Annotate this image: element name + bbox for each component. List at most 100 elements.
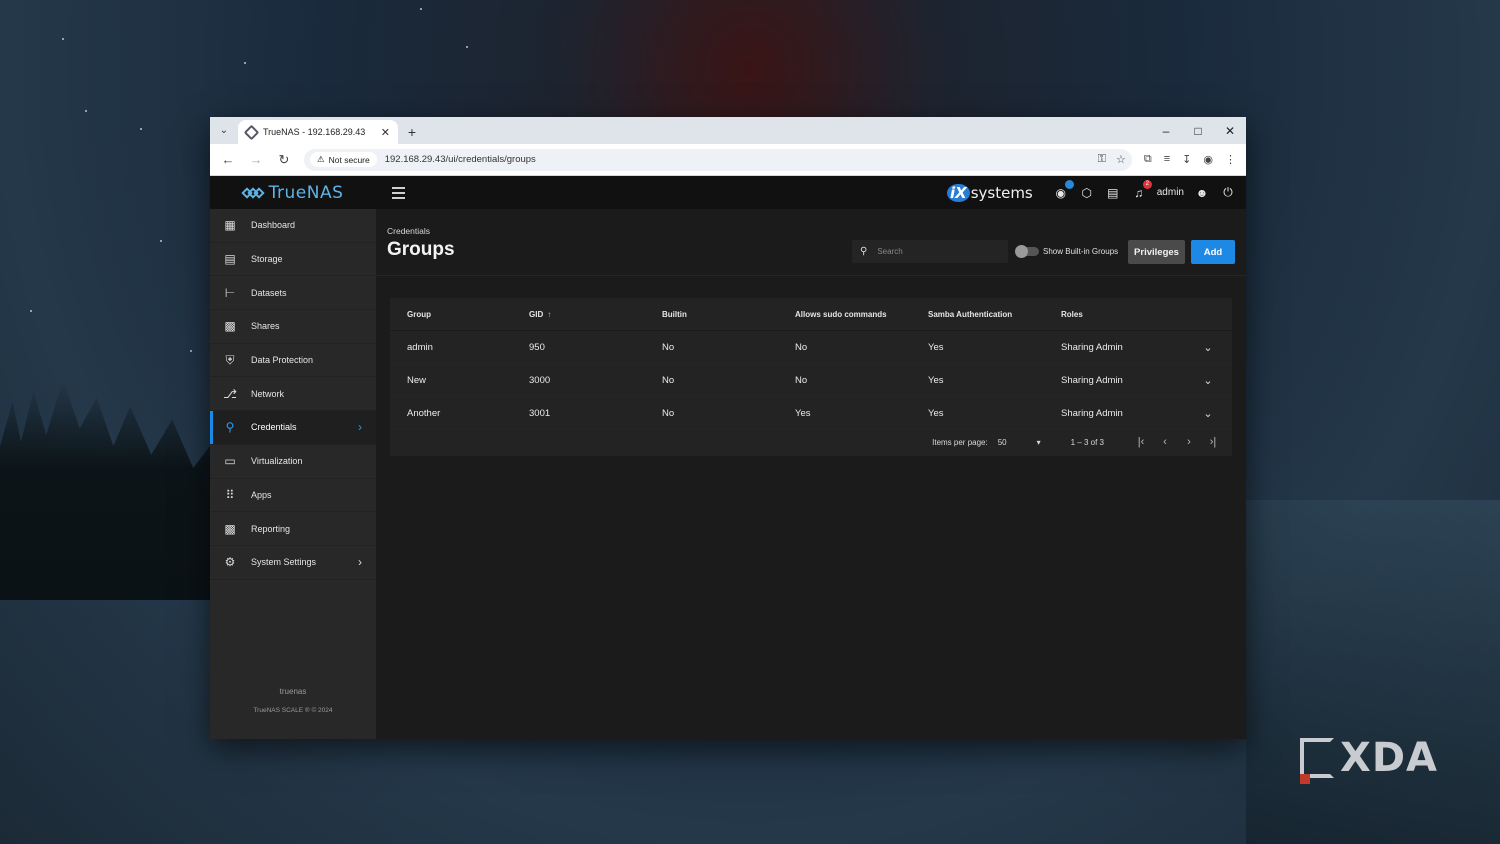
groups-table: Group GID ↑ Builtin Allows sudo commands … <box>390 298 1232 456</box>
column-header-group[interactable]: Group <box>390 310 512 319</box>
show-builtin-groups-toggle[interactable]: Show Built-in Groups <box>1015 242 1119 261</box>
sidebar-item-data-protection[interactable]: ⛨ Data Protection <box>210 344 376 378</box>
page-size-select[interactable]: 50 ▾ <box>998 438 1041 447</box>
ix-logo-mark: iX <box>946 183 970 202</box>
expand-chevron-icon[interactable]: ⌄ <box>1203 342 1212 354</box>
column-header-roles[interactable]: Roles <box>1044 310 1184 319</box>
wallpaper-star <box>244 62 246 64</box>
cell-samba: Yes <box>928 374 944 386</box>
sidebar-item-credentials[interactable]: ⚲ Credentials › <box>210 411 376 445</box>
last-page-icon[interactable]: ›| <box>1206 436 1220 448</box>
jobs-clipboard-icon[interactable]: ▤ <box>1105 185 1121 201</box>
account-circle-icon[interactable]: ☻ <box>1194 185 1210 201</box>
shield-icon: ⛨ <box>225 352 235 367</box>
truenas-logo[interactable]: TrueNAS <box>210 176 376 209</box>
sidebar-item-shares[interactable]: ▩ Shares <box>210 310 376 344</box>
main-content: Credentials Groups ⚲ Show Built-in Group… <box>376 209 1246 739</box>
new-tab-plus-icon[interactable]: + <box>398 120 426 144</box>
header-divider <box>376 275 1246 276</box>
close-window-icon[interactable]: ✕ <box>1214 117 1246 144</box>
notifications-bell-icon[interactable]: ♫ 2 <box>1131 179 1152 201</box>
update-status-icon[interactable]: ◉ <box>1053 179 1074 201</box>
browser-menu-icon[interactable]: ⋮ <box>1225 153 1236 166</box>
sidebar-item-label: Virtualization <box>251 456 303 467</box>
column-header-sudo[interactable]: Allows sudo commands <box>778 310 911 319</box>
privileges-button[interactable]: Privileges <box>1128 240 1185 264</box>
copyright-text: TrueNAS SCALE ® © 2024 <box>253 707 333 714</box>
search-input[interactable] <box>877 247 988 256</box>
browser-tab[interactable]: TrueNAS - 192.168.29.43 ✕ <box>238 120 398 144</box>
column-header-builtin[interactable]: Builtin <box>645 310 778 319</box>
table-row[interactable]: admin 950 No No Yes Sharing Admin ⌄ <box>390 331 1232 364</box>
minimize-icon[interactable]: – <box>1150 117 1182 144</box>
page-range-label: 1 – 3 of 3 <box>1070 437 1104 447</box>
menu-toggle-icon[interactable] <box>386 181 410 205</box>
search-field[interactable]: ⚲ <box>852 240 1008 263</box>
cell-builtin: No <box>662 374 675 386</box>
toggle-label: Show Built-in Groups <box>1043 247 1119 256</box>
truecommand-icon[interactable]: ⬡ <box>1079 185 1095 201</box>
extensions-puzzle-icon[interactable]: ⧉ <box>1144 153 1152 166</box>
tab-search-chevron-icon[interactable]: ⌄ <box>210 117 238 144</box>
power-icon[interactable]: ⏻ <box>1220 185 1236 201</box>
warning-triangle-icon: ⚠ <box>317 154 325 164</box>
cell-group: New <box>407 374 427 386</box>
sidebar-item-label: Network <box>251 388 285 399</box>
column-header-gid[interactable]: GID ↑ <box>512 310 645 319</box>
sidebar-item-label: Datasets <box>251 287 287 298</box>
address-bar[interactable]: ⚠ Not secure 192.168.29.43/ui/credential… <box>304 148 1132 171</box>
download-icon[interactable]: ↧ <box>1182 153 1191 166</box>
first-page-icon[interactable]: |‹ <box>1134 436 1148 448</box>
next-page-icon[interactable]: › <box>1182 436 1196 448</box>
network-icon: ⎇ <box>223 386 237 401</box>
password-key-icon[interactable]: ⚿ <box>1098 153 1106 166</box>
table-row[interactable]: Another 3001 No Yes Yes Sharing Admin ⌄ <box>390 397 1232 430</box>
back-arrow-icon[interactable]: ← <box>216 148 240 172</box>
app-topbar: TrueNAS iX systems ◉ ⬡ ▤ ♫ 2 admin ☻ ⏻ <box>210 176 1246 209</box>
key-icon: ⚲ <box>225 420 235 435</box>
expand-chevron-icon[interactable]: ⌄ <box>1203 375 1212 387</box>
sort-ascending-icon: ↑ <box>547 309 552 319</box>
cell-samba: Yes <box>928 341 944 353</box>
ixsystems-logo-text: systems <box>970 183 1033 202</box>
forward-arrow-icon[interactable]: → <box>244 148 268 172</box>
maximize-icon[interactable]: □ <box>1182 117 1214 144</box>
site-security-chip[interactable]: ⚠ Not secure <box>310 152 377 167</box>
sidebar-item-reporting[interactable]: ▩ Reporting <box>210 512 376 546</box>
previous-page-icon[interactable]: ‹ <box>1158 436 1172 448</box>
bookmark-star-icon[interactable]: ☆ <box>1116 153 1126 166</box>
laptop-icon: ▭ <box>224 454 236 469</box>
sidebar-item-virtualization[interactable]: ▭ Virtualization <box>210 445 376 479</box>
table-row[interactable]: New 3000 No No Yes Sharing Admin ⌄ <box>390 364 1232 397</box>
page-size-value: 50 <box>997 437 1007 447</box>
ixsystems-logo[interactable]: iX systems <box>946 183 1033 202</box>
wallpaper-star <box>160 240 162 242</box>
truenas-favicon-icon <box>243 124 260 140</box>
expand-chevron-icon[interactable]: ⌄ <box>1203 408 1212 420</box>
reading-list-icon[interactable]: ≡ <box>1164 153 1170 166</box>
xda-watermark: XDA <box>1300 735 1440 784</box>
cell-sudo: No <box>795 374 808 386</box>
security-label: Not secure <box>328 154 370 165</box>
sidebar-item-network[interactable]: ⎇ Network <box>210 377 376 412</box>
reload-icon[interactable]: ↻ <box>272 148 296 172</box>
cell-roles: Sharing Admin <box>1061 407 1123 419</box>
sidebar-item-storage[interactable]: ▤ Storage <box>210 243 376 277</box>
sidebar-item-datasets[interactable]: ⊢ Datasets <box>210 276 376 311</box>
close-tab-icon[interactable]: ✕ <box>381 126 390 139</box>
toggle-switch[interactable] <box>1015 245 1039 258</box>
items-per-page-label: Items per page: <box>932 437 988 447</box>
add-group-button[interactable]: Add <box>1191 240 1235 264</box>
breadcrumb[interactable]: Credentials <box>387 226 430 236</box>
column-header-samba[interactable]: Samba Authentication <box>911 310 1044 319</box>
sidebar-item-apps[interactable]: ⠿ Apps <box>210 479 376 513</box>
sidebar-item-system-settings[interactable]: ⚙ System Settings › <box>210 546 376 580</box>
chevron-right-icon: › <box>358 555 362 570</box>
sidebar-item-dashboard[interactable]: ▦ Dashboard <box>210 209 376 243</box>
url-text[interactable]: 192.168.29.43/ui/credentials/groups <box>385 154 1090 165</box>
cell-roles: Sharing Admin <box>1061 341 1123 353</box>
username-label[interactable]: admin <box>1157 187 1184 198</box>
profile-avatar-icon[interactable]: ◉ <box>1203 153 1213 166</box>
chart-icon: ▩ <box>224 521 236 536</box>
sidebar-item-label: Reporting <box>251 523 291 534</box>
